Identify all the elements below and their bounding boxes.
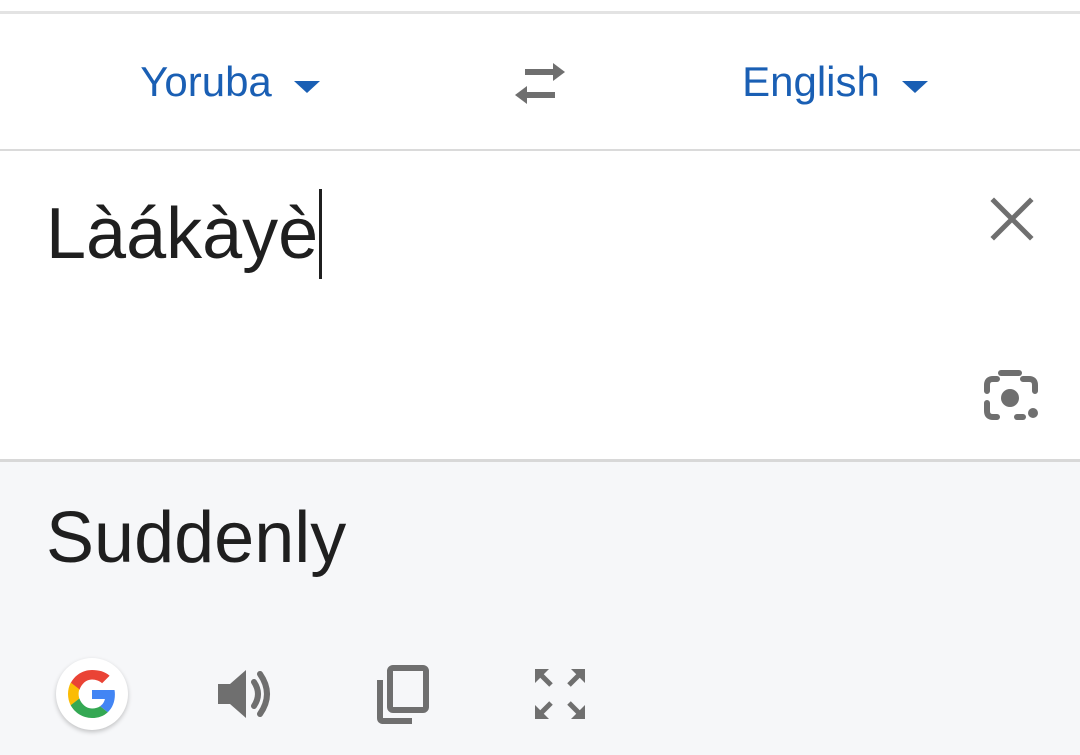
close-icon <box>990 197 1034 241</box>
fullscreen-icon <box>535 669 585 719</box>
swap-languages-button[interactable] <box>505 54 575 114</box>
caret-down-icon <box>293 81 320 93</box>
swap-arrows-icon <box>515 63 565 104</box>
copy-translation-button[interactable] <box>364 656 440 732</box>
copy-icon <box>377 665 429 724</box>
google-search-button[interactable] <box>54 656 130 732</box>
speaker-icon <box>218 670 270 718</box>
language-bar: Yoruba English <box>0 14 1080 150</box>
clear-input-button[interactable] <box>982 189 1042 249</box>
source-language-selector[interactable]: Yoruba <box>110 14 350 150</box>
listen-button[interactable] <box>208 656 284 732</box>
camera-lens-icon <box>984 370 1038 420</box>
translation-text: Suddenly <box>46 498 347 578</box>
camera-translate-button[interactable] <box>978 364 1046 428</box>
translation-output-area: Suddenly <box>0 462 1080 755</box>
target-language-label: English <box>742 58 880 105</box>
text-cursor <box>319 189 323 279</box>
source-text: Làákàyè <box>46 193 319 274</box>
source-text-input[interactable]: Làákàyè <box>46 189 323 279</box>
google-g-icon <box>56 658 128 730</box>
fullscreen-button[interactable] <box>522 656 598 732</box>
source-language-label: Yoruba <box>140 58 272 105</box>
caret-down-icon <box>901 81 928 93</box>
source-input-area[interactable]: Làákàyè <box>0 151 1080 460</box>
target-language-selector[interactable]: English <box>715 14 955 150</box>
